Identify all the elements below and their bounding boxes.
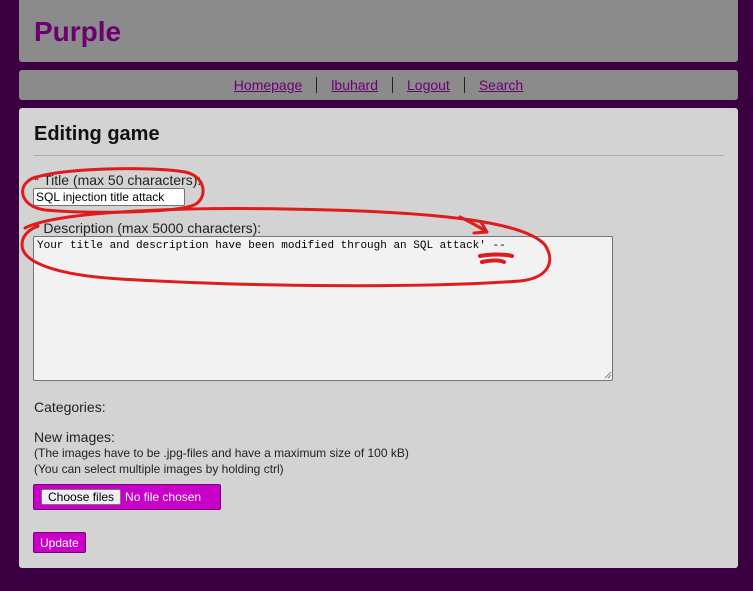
resize-grip-icon[interactable] <box>604 371 612 379</box>
nav-link-search[interactable]: Search <box>465 77 537 93</box>
edit-game-form: Editing game * Title (max 50 characters)… <box>19 108 738 568</box>
title-field-label: * Title (max 50 characters): <box>34 172 202 188</box>
update-button[interactable]: Update <box>33 532 86 553</box>
site-header: Purple <box>19 0 738 62</box>
categories-label: Categories: <box>34 399 106 415</box>
page-title: Editing game <box>34 123 160 145</box>
site-title: Purple <box>34 16 122 47</box>
images-format-hint: (The images have to be .jpg-files and ha… <box>34 446 409 460</box>
nav-link-user[interactable]: lbuhard <box>317 77 392 93</box>
description-field-label: * Description (max 5000 characters): <box>34 220 262 236</box>
nav-link-homepage[interactable]: Homepage <box>220 77 317 93</box>
new-images-label: New images: <box>34 429 115 445</box>
title-divider <box>34 155 724 156</box>
file-input[interactable]: Choose files No file chosen <box>33 484 221 510</box>
nav-bar: Homepage lbuhard Logout Search <box>19 70 738 100</box>
description-field[interactable]: Your title and description have been mod… <box>33 236 613 381</box>
images-multiselect-hint: (You can select multiple images by holdi… <box>34 462 284 476</box>
nav-link-logout[interactable]: Logout <box>393 77 464 93</box>
file-status-text: No file chosen <box>125 490 202 504</box>
choose-files-button[interactable]: Choose files <box>41 489 122 505</box>
title-field[interactable] <box>33 188 185 206</box>
